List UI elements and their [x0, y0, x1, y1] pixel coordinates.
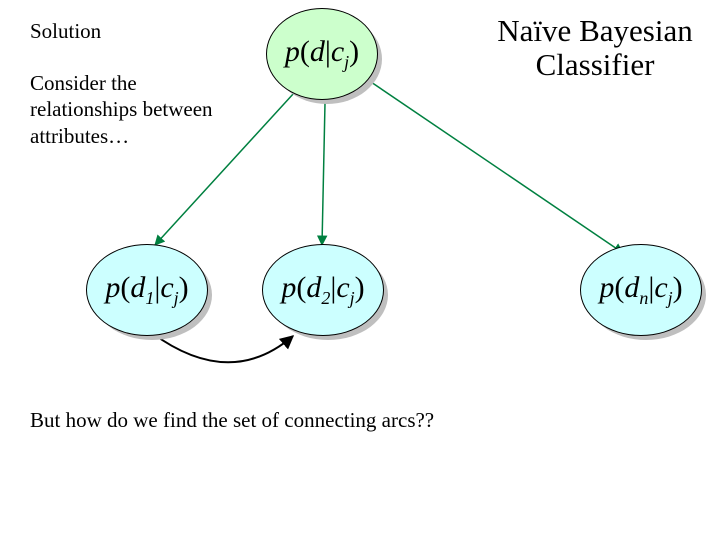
edge-d1-to-d2	[152, 333, 293, 362]
child1-formula: p(d1|cj)	[105, 271, 188, 309]
title-line1: Naïve Bayesian	[497, 13, 692, 48]
child2-node: p(d2|cj)	[262, 244, 384, 336]
title-line2: Classifier	[536, 47, 655, 82]
childn-formula: p(dn|cj)	[599, 271, 682, 309]
root-node: p(d|cj)	[266, 8, 378, 100]
edge-root-to-dn	[371, 82, 623, 253]
footer-question: But how do we find the set of connecting…	[30, 408, 434, 433]
root-formula: p(d|cj)	[285, 35, 359, 73]
solution-label: Solution	[30, 18, 101, 44]
consider-text: Consider the relationships between attri…	[30, 70, 240, 149]
child2-formula: p(d2|cj)	[281, 271, 364, 309]
edge-root-to-d2	[322, 103, 325, 245]
page-title: Naïve Bayesian Classifier	[480, 14, 710, 82]
childn-node: p(dn|cj)	[580, 244, 702, 336]
child1-node: p(d1|cj)	[86, 244, 208, 336]
